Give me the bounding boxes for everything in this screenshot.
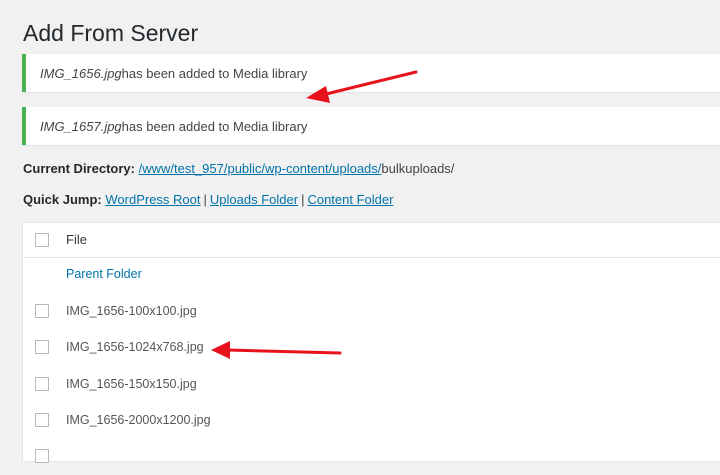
file-row: IMG_1656-2000x1200.jpg bbox=[23, 403, 720, 439]
quick-jump-label: Quick Jump: bbox=[23, 192, 102, 207]
file-name: IMG_1656-1024x768.jpg bbox=[66, 340, 204, 354]
parent-folder-row[interactable]: Parent Folder bbox=[23, 257, 720, 293]
file-checkbox[interactable] bbox=[35, 340, 49, 354]
file-checkbox[interactable] bbox=[35, 449, 49, 463]
parent-folder-link[interactable]: Parent Folder bbox=[66, 267, 142, 281]
notice-filename: IMG_1656.jpg bbox=[40, 65, 122, 81]
file-column-header: File bbox=[66, 232, 87, 247]
quick-jump-wordpress-root[interactable]: WordPress Root bbox=[105, 192, 200, 207]
file-table-header: File bbox=[23, 223, 720, 258]
current-directory-label: Current Directory: bbox=[23, 161, 135, 176]
notice-message: has been added to Media library bbox=[121, 65, 308, 81]
file-row: IMG_1656-100x100.jpg bbox=[23, 294, 720, 330]
separator: | bbox=[203, 192, 207, 207]
current-directory: Current Directory: /www/test_957/public/… bbox=[23, 160, 454, 178]
page-title: Add From Server bbox=[23, 20, 199, 46]
directory-path-link[interactable]: /www/test_957/public/wp-content/uploads/ bbox=[139, 161, 382, 176]
quick-jump-uploads-folder[interactable]: Uploads Folder bbox=[210, 192, 298, 207]
file-checkbox[interactable] bbox=[35, 304, 49, 318]
notice-filename: IMG_1657.jpg bbox=[40, 118, 122, 134]
success-notice: IMG_1656.jpg has been added to Media lib… bbox=[22, 54, 720, 92]
file-checkbox[interactable] bbox=[35, 413, 49, 427]
directory-path-current: bulkuploads/ bbox=[381, 161, 455, 176]
quick-jump: Quick Jump: WordPress Root | Uploads Folde… bbox=[23, 191, 393, 209]
select-all-checkbox[interactable] bbox=[35, 233, 49, 247]
quick-jump-content-folder[interactable]: Content Folder bbox=[307, 192, 393, 207]
success-notice: IMG_1657.jpg has been added to Media lib… bbox=[22, 107, 720, 145]
file-row: IMG_1656-1024x768.jpg bbox=[23, 330, 720, 366]
file-name: IMG_1656-150x150.jpg bbox=[66, 377, 197, 391]
file-name: IMG_1656-100x100.jpg bbox=[66, 304, 197, 318]
file-name: IMG_1656-2000x1200.jpg bbox=[66, 413, 211, 427]
notice-message: has been added to Media library bbox=[121, 118, 308, 134]
file-row bbox=[23, 439, 720, 475]
file-row: IMG_1656-150x150.jpg bbox=[23, 367, 720, 403]
file-checkbox[interactable] bbox=[35, 377, 49, 391]
file-table: File Parent Folder IMG_1656-100x100.jpg … bbox=[22, 222, 720, 463]
